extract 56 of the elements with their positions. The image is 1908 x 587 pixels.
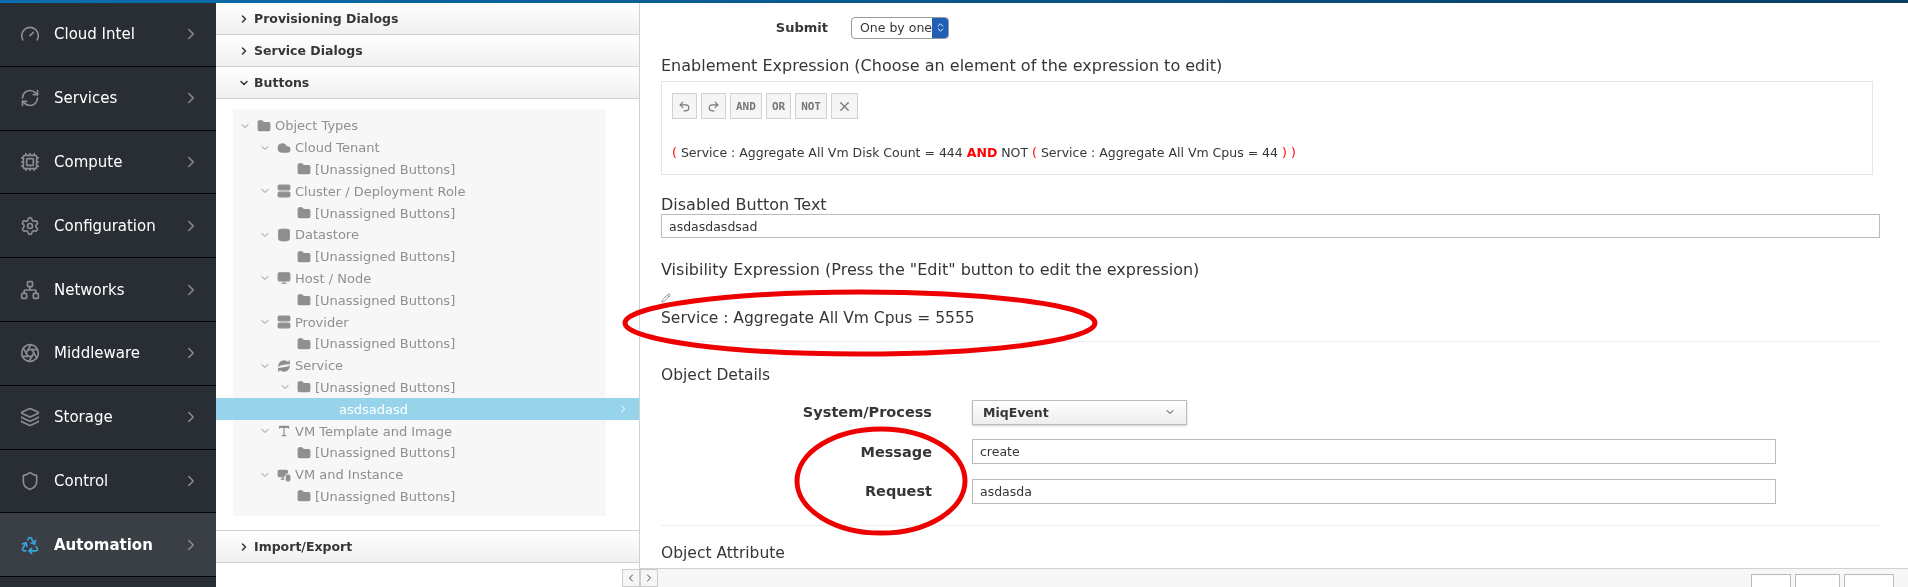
section-heading: Object Details bbox=[661, 366, 772, 385]
nav-item[interactable]: Automation bbox=[0, 513, 216, 578]
text-field[interactable]: asdasda bbox=[972, 478, 1776, 504]
operator-button[interactable]: OR bbox=[765, 93, 792, 120]
aperture-icon bbox=[20, 343, 40, 364]
section-heading: Visibility Expression (Press the "Edit" button to edit the expression) bbox=[661, 260, 1201, 280]
field-label: System/Process bbox=[802, 404, 932, 421]
database-icon bbox=[277, 227, 291, 242]
folder-icon bbox=[297, 293, 311, 308]
letter-icon bbox=[277, 424, 291, 439]
footer-button[interactable] bbox=[1795, 574, 1840, 587]
folder-icon bbox=[297, 336, 311, 351]
text-field[interactable]: create bbox=[972, 439, 1776, 465]
collapse-button[interactable] bbox=[622, 569, 640, 587]
settings-icon bbox=[20, 215, 40, 236]
remove-button[interactable] bbox=[831, 93, 858, 120]
expression-text[interactable]: ( Service : Aggregate All Vm Disk Count = 444 AND NOT ( Service : Aggregate All Vm Cpus = 44 ) ) bbox=[672, 144, 1862, 160]
monitor-icon bbox=[277, 467, 291, 482]
folder-icon bbox=[297, 162, 311, 177]
footer-button[interactable] bbox=[1751, 574, 1791, 587]
cloud-icon bbox=[277, 140, 291, 155]
text-field[interactable]: asdasdasdsad bbox=[661, 213, 1880, 239]
field-label: Request bbox=[864, 483, 932, 500]
undo-button[interactable] bbox=[672, 93, 697, 120]
operator-button[interactable]: AND bbox=[730, 93, 762, 120]
folder-icon bbox=[297, 445, 311, 460]
undo-icon bbox=[678, 99, 691, 113]
recycle-icon bbox=[20, 534, 40, 555]
pencil-icon[interactable] bbox=[661, 293, 671, 304]
folder-icon bbox=[297, 249, 311, 264]
shield-icon bbox=[20, 470, 40, 491]
field-label: Submit bbox=[774, 20, 829, 36]
submit-select[interactable]: One by one bbox=[851, 16, 949, 39]
stack-icon bbox=[20, 407, 40, 428]
field-label: Disabled Button Text bbox=[661, 194, 828, 214]
folder-icon bbox=[297, 380, 311, 395]
footer-button[interactable] bbox=[1844, 574, 1894, 587]
folder-icon bbox=[257, 118, 271, 133]
network-icon bbox=[20, 279, 40, 300]
operator-button[interactable]: NOT bbox=[795, 93, 827, 120]
expand-button[interactable] bbox=[640, 569, 658, 587]
expression-text: Service : Aggregate All Vm Cpus = 5555 bbox=[661, 309, 976, 328]
section-heading: Object Attribute bbox=[661, 544, 786, 562]
redo-button[interactable] bbox=[701, 93, 726, 120]
folder-icon bbox=[297, 206, 311, 221]
folder-icon bbox=[297, 489, 311, 504]
field-label: Message bbox=[860, 443, 932, 460]
cycle-arrow-icon bbox=[20, 88, 40, 109]
cycle-arrow-icon bbox=[277, 358, 291, 373]
redo-icon bbox=[707, 99, 720, 113]
process-select[interactable]: MiqEvent bbox=[972, 399, 1187, 425]
monitor-icon bbox=[277, 271, 291, 286]
server-icon bbox=[277, 315, 291, 330]
chip-icon bbox=[20, 152, 40, 172]
section-heading: Enablement Expression (Choose an element of the expression to edit) bbox=[661, 56, 1224, 76]
server-icon bbox=[277, 184, 291, 199]
